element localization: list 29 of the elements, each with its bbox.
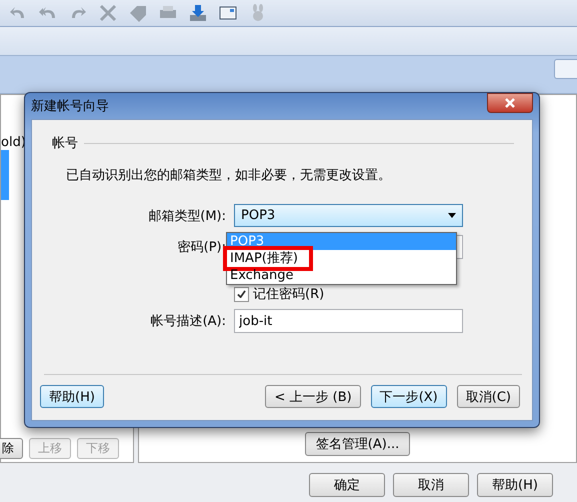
- wizard-button[interactable]: 下一步(X): [370, 385, 447, 408]
- dialog-button[interactable]: 取消: [393, 473, 469, 497]
- caret-icon: [448, 213, 456, 218]
- tab-close-button[interactable]: [554, 59, 577, 79]
- close-button[interactable]: [487, 93, 533, 113]
- info-message: 已自动识别出您的邮箱类型，如非必要，无需更改设置。: [66, 167, 392, 184]
- wizard-button[interactable]: 取消(C): [456, 385, 520, 408]
- window-title: 新建帐号向导: [31, 98, 109, 115]
- description-field[interactable]: job-it: [234, 309, 463, 333]
- mail-type-dropdown[interactable]: POP3: [234, 204, 463, 227]
- selection-highlight: [1, 150, 9, 200]
- group-title: 帐号: [52, 135, 78, 152]
- check-icon: [237, 290, 246, 298]
- checkbox[interactable]: [234, 286, 249, 302]
- download-icon[interactable]: [188, 4, 208, 22]
- wizard-button[interactable]: 帮助(H): [40, 385, 104, 408]
- field-label: 邮箱类型(M):: [147, 208, 227, 224]
- signature-button[interactable]: 签名管理(A)...: [304, 432, 410, 456]
- field-label: 帐号描述(A):: [150, 313, 227, 330]
- checkbox-label: 记住密码(R): [253, 286, 324, 303]
- wizard-button[interactable]: < 上一步 (B): [265, 385, 361, 408]
- tag-icon[interactable]: [128, 4, 148, 22]
- dropdown-option[interactable]: Exchange: [227, 267, 456, 284]
- dialog-button[interactable]: 确定: [309, 473, 385, 497]
- dialog-button[interactable]: 帮助(H): [477, 473, 553, 497]
- address-card-icon[interactable]: [218, 4, 238, 22]
- field-label: 密码(P):: [176, 239, 227, 256]
- close-icon: [505, 98, 515, 108]
- list-button[interactable]: 除: [0, 438, 23, 459]
